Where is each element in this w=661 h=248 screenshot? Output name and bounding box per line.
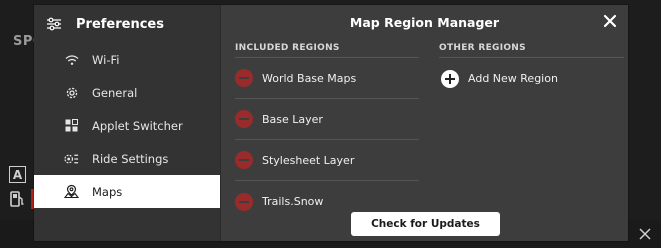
- included-regions-column: INCLUDED REGIONS World Base Maps Base La…: [235, 39, 419, 222]
- preferences-sidebar: Preferences Wi-Fi General Applet Switche…: [34, 5, 221, 241]
- remove-region-button[interactable]: [235, 151, 253, 169]
- region-name: Trails.Snow: [262, 195, 324, 208]
- close-icon[interactable]: [602, 13, 618, 29]
- content-header: Map Region Manager: [221, 5, 628, 39]
- sidebar-item-label: General: [92, 85, 138, 100]
- sidebar-header: Preferences: [34, 5, 220, 43]
- plus-icon: [441, 69, 459, 88]
- page-title: Map Region Manager: [349, 14, 500, 30]
- sidebar-item-label: Wi-Fi: [92, 52, 120, 67]
- close-icon[interactable]: [639, 228, 651, 240]
- region-name: World Base Maps: [262, 71, 357, 85]
- list-item: Base Layer: [235, 99, 419, 140]
- sidebar-item-maps[interactable]: Maps: [34, 175, 220, 208]
- region-name: Stylesheet Layer: [262, 153, 355, 167]
- sidebar-item-label: Applet Switcher: [92, 118, 183, 133]
- sidebar-item-ride-settings[interactable]: Ride Settings: [34, 142, 220, 175]
- map-icon: [64, 184, 79, 199]
- grid-icon: [64, 118, 79, 133]
- add-new-region-label: Add New Region: [468, 72, 558, 85]
- ride-settings-icon: [64, 151, 79, 166]
- check-for-updates-button[interactable]: Check for Updates: [351, 212, 500, 236]
- list-item: Stylesheet Layer: [235, 140, 419, 181]
- list-item: World Base Maps: [235, 58, 419, 99]
- sidebar-item-label: Ride Settings: [92, 151, 169, 166]
- sidebar-item-label: Maps: [92, 184, 123, 199]
- other-regions-column: OTHER REGIONS Add New Region: [439, 39, 624, 222]
- preferences-dialog: Preferences Wi-Fi General Applet Switche…: [34, 5, 628, 241]
- sidebar-item-wifi[interactable]: Wi-Fi: [34, 43, 220, 76]
- sidebar-item-applet-switcher[interactable]: Applet Switcher: [34, 109, 220, 142]
- wifi-icon: [64, 52, 79, 67]
- add-new-region-button[interactable]: Add New Region: [439, 58, 624, 99]
- included-regions-header: INCLUDED REGIONS: [235, 39, 419, 58]
- remove-region-button[interactable]: [235, 69, 253, 87]
- sliders-icon: [47, 17, 61, 31]
- remove-region-button[interactable]: [235, 192, 253, 211]
- gear-icon: [64, 85, 79, 100]
- region-columns: INCLUDED REGIONS World Base Maps Base La…: [221, 39, 628, 222]
- sidebar-title: Preferences: [76, 16, 164, 32]
- other-regions-header: OTHER REGIONS: [439, 39, 624, 58]
- sidebar-list: Wi-Fi General Applet Switcher Ride Setti…: [34, 43, 220, 208]
- fuel-icon: [10, 191, 24, 207]
- sidebar-item-general[interactable]: General: [34, 76, 220, 109]
- remove-region-button[interactable]: [235, 110, 253, 128]
- map-region-manager: Map Region Manager INCLUDED REGIONS Worl…: [221, 5, 628, 241]
- region-name: Base Layer: [262, 112, 323, 126]
- auto-mode-icon: A: [9, 166, 26, 183]
